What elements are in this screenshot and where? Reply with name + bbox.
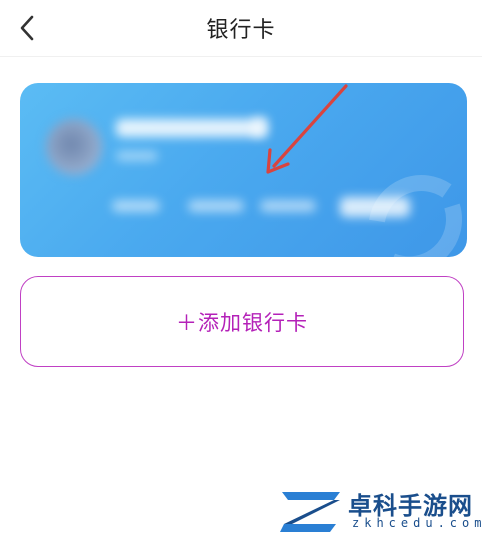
bank-card[interactable] — [20, 83, 467, 257]
card-number-last — [340, 197, 410, 217]
card-type-redacted — [116, 151, 158, 161]
top-bar: 银行卡 — [0, 0, 482, 57]
card-type-badge — [252, 117, 268, 137]
bank-logo — [46, 119, 102, 175]
page-title: 银行卡 — [206, 18, 276, 43]
bank-card-page: 银行卡 ＋添加银行卡 卓科手游网 zkhcedu.com — [0, 0, 482, 542]
card-number-group — [260, 200, 316, 212]
z-logo-icon — [280, 492, 340, 532]
bank-name-redacted — [116, 119, 266, 137]
watermark-url: zkhcedu.com — [352, 516, 482, 530]
card-number-group — [112, 200, 160, 212]
add-bank-card-label: ＋添加银行卡 — [176, 310, 308, 335]
card-number-group — [188, 200, 244, 212]
add-bank-card-button[interactable]: ＋添加银行卡 — [20, 276, 464, 367]
site-watermark: 卓科手游网 zkhcedu.com — [278, 484, 481, 540]
